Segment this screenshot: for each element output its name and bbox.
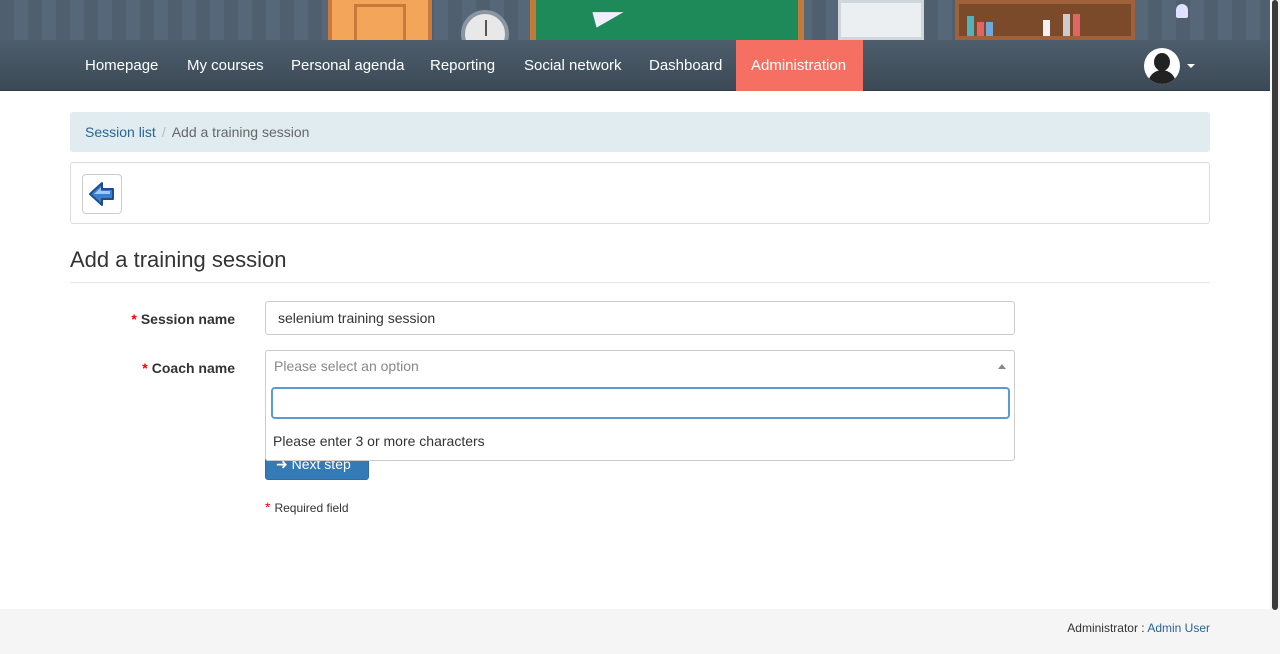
back-button[interactable]	[82, 174, 122, 214]
nav-social-network[interactable]: Social network	[509, 40, 637, 91]
nav-dashboard[interactable]: Dashboard	[634, 40, 737, 91]
dropdown-message: Please enter 3 or more characters	[273, 433, 485, 449]
breadcrumb-session-list[interactable]: Session list	[85, 124, 156, 140]
footer-role-label: Administrator :	[1067, 621, 1145, 635]
back-arrow-icon	[89, 182, 114, 206]
coach-name-select[interactable]: Please select an option	[265, 350, 1015, 382]
required-mark: *	[265, 499, 271, 515]
coach-dropdown: Please enter 3 or more characters	[265, 381, 1015, 461]
required-mark: *	[131, 311, 137, 327]
breadcrumb-separator: /	[161, 124, 166, 140]
admin-user-link[interactable]: Admin User	[1147, 621, 1210, 635]
required-field-note: * Required field	[265, 499, 349, 515]
breadcrumb-current: Add a training session	[171, 124, 310, 140]
coach-name-label: * Coach name	[142, 360, 235, 376]
nav-my-courses[interactable]: My courses	[172, 40, 279, 91]
user-icon	[1176, 4, 1188, 18]
coach-name-placeholder: Please select an option	[274, 358, 419, 374]
footer-admin-info: Administrator : Admin User	[1067, 621, 1210, 635]
page-title: Add a training session	[70, 247, 1210, 283]
chevron-down-icon	[1187, 64, 1195, 68]
required-mark: *	[142, 360, 148, 376]
door-illustration	[328, 0, 432, 40]
nav-reporting[interactable]: Reporting	[415, 40, 510, 91]
action-toolbar	[70, 162, 1210, 224]
session-name-label: * Session name	[131, 311, 235, 327]
nav-homepage[interactable]: Homepage	[70, 40, 173, 91]
clock-illustration	[461, 10, 509, 40]
chevron-up-icon	[998, 364, 1006, 369]
header-banner	[0, 0, 1270, 40]
nav-administration[interactable]: Administration	[736, 40, 863, 91]
user-menu[interactable]	[1144, 48, 1200, 84]
avatar	[1144, 48, 1180, 84]
main-navbar: Homepage My courses Personal agenda Repo…	[0, 40, 1270, 91]
scrollbar-thumb[interactable]	[1272, 0, 1278, 610]
footer: Administrator : Admin User	[0, 609, 1270, 654]
session-name-input[interactable]	[265, 301, 1015, 335]
breadcrumb: Session list / Add a training session	[70, 112, 1210, 152]
cabinet-illustration	[838, 0, 924, 40]
nav-personal-agenda[interactable]: Personal agenda	[276, 40, 419, 91]
coach-search-input[interactable]	[271, 387, 1010, 419]
chalkboard-illustration	[530, 0, 804, 40]
bookshelf-illustration	[955, 0, 1135, 40]
